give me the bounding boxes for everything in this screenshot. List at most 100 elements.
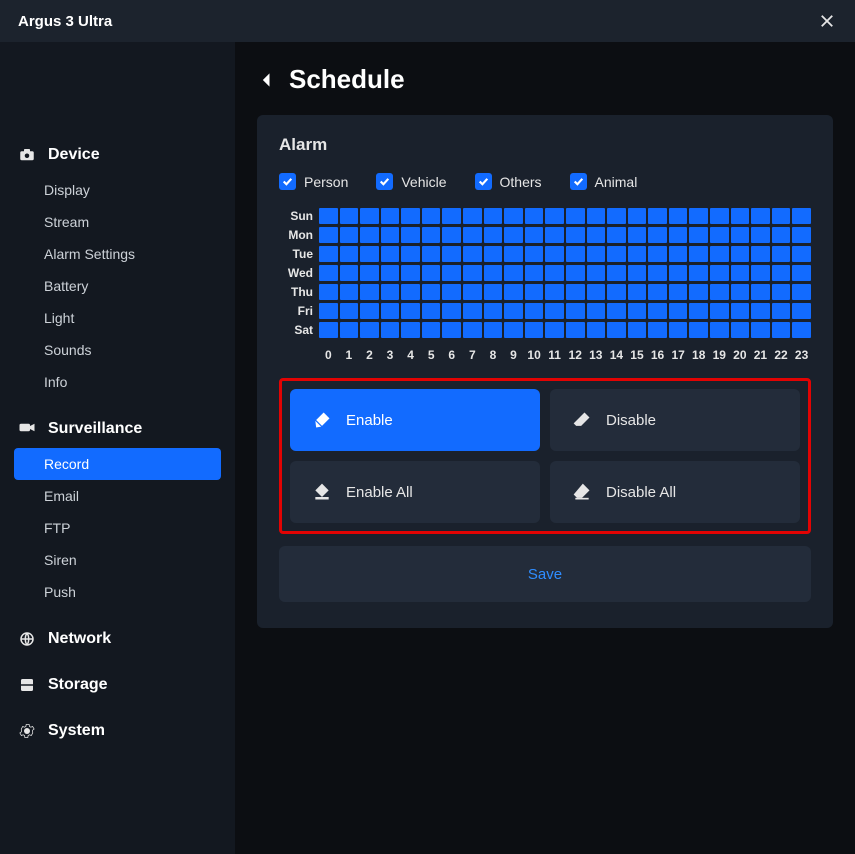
- schedule-cell[interactable]: [525, 322, 544, 338]
- schedule-cell[interactable]: [422, 246, 441, 262]
- back-icon[interactable]: [257, 70, 277, 90]
- schedule-cell[interactable]: [587, 265, 606, 281]
- schedule-cell[interactable]: [792, 227, 811, 243]
- schedule-cell[interactable]: [484, 265, 503, 281]
- sidebar-item-email[interactable]: Email: [14, 480, 221, 512]
- schedule-cell[interactable]: [566, 208, 585, 224]
- schedule-cell[interactable]: [360, 246, 379, 262]
- schedule-cell[interactable]: [607, 265, 626, 281]
- schedule-cell[interactable]: [587, 208, 606, 224]
- schedule-cell[interactable]: [504, 322, 523, 338]
- schedule-cell[interactable]: [381, 227, 400, 243]
- schedule-cell[interactable]: [669, 265, 688, 281]
- schedule-cell[interactable]: [442, 208, 461, 224]
- schedule-cell[interactable]: [710, 322, 729, 338]
- schedule-cell[interactable]: [463, 303, 482, 319]
- schedule-cell[interactable]: [669, 303, 688, 319]
- schedule-cell[interactable]: [484, 322, 503, 338]
- schedule-cell[interactable]: [340, 208, 359, 224]
- schedule-cell[interactable]: [628, 246, 647, 262]
- enable-button[interactable]: Enable: [290, 389, 540, 451]
- schedule-cell[interactable]: [340, 265, 359, 281]
- schedule-cell[interactable]: [504, 227, 523, 243]
- schedule-cell[interactable]: [648, 322, 667, 338]
- schedule-cell[interactable]: [401, 322, 420, 338]
- schedule-cell[interactable]: [319, 227, 338, 243]
- schedule-cell[interactable]: [319, 208, 338, 224]
- schedule-cell[interactable]: [772, 208, 791, 224]
- sidebar-header-network[interactable]: Network: [14, 624, 221, 654]
- schedule-cell[interactable]: [442, 322, 461, 338]
- schedule-cell[interactable]: [381, 284, 400, 300]
- schedule-cell[interactable]: [545, 303, 564, 319]
- schedule-cell[interactable]: [360, 227, 379, 243]
- schedule-cell[interactable]: [442, 265, 461, 281]
- schedule-cell[interactable]: [689, 265, 708, 281]
- schedule-cell[interactable]: [381, 303, 400, 319]
- schedule-cell[interactable]: [587, 322, 606, 338]
- schedule-cell[interactable]: [772, 265, 791, 281]
- schedule-cell[interactable]: [463, 265, 482, 281]
- disable-all-button[interactable]: Disable All: [550, 461, 800, 523]
- sidebar-item-push[interactable]: Push: [14, 576, 221, 608]
- schedule-cell[interactable]: [792, 208, 811, 224]
- check-person[interactable]: Person: [279, 173, 348, 190]
- schedule-cell[interactable]: [792, 322, 811, 338]
- schedule-cell[interactable]: [792, 246, 811, 262]
- schedule-cell[interactable]: [792, 284, 811, 300]
- schedule-cell[interactable]: [731, 322, 750, 338]
- schedule-cell[interactable]: [422, 208, 441, 224]
- schedule-cell[interactable]: [710, 208, 729, 224]
- schedule-cell[interactable]: [401, 227, 420, 243]
- schedule-cell[interactable]: [772, 246, 791, 262]
- disable-button[interactable]: Disable: [550, 389, 800, 451]
- schedule-cell[interactable]: [772, 227, 791, 243]
- schedule-cell[interactable]: [628, 303, 647, 319]
- schedule-cell[interactable]: [587, 303, 606, 319]
- schedule-cell[interactable]: [504, 246, 523, 262]
- sidebar-item-info[interactable]: Info: [14, 366, 221, 398]
- schedule-cell[interactable]: [751, 227, 770, 243]
- schedule-cell[interactable]: [319, 322, 338, 338]
- schedule-cell[interactable]: [340, 322, 359, 338]
- schedule-cell[interactable]: [360, 265, 379, 281]
- schedule-cell[interactable]: [607, 284, 626, 300]
- schedule-cell[interactable]: [648, 208, 667, 224]
- schedule-cell[interactable]: [751, 246, 770, 262]
- schedule-cell[interactable]: [525, 303, 544, 319]
- schedule-cell[interactable]: [710, 303, 729, 319]
- schedule-cell[interactable]: [587, 227, 606, 243]
- sidebar-item-stream[interactable]: Stream: [14, 206, 221, 238]
- close-icon[interactable]: [817, 11, 837, 31]
- schedule-cell[interactable]: [648, 303, 667, 319]
- schedule-cell[interactable]: [710, 265, 729, 281]
- schedule-cell[interactable]: [422, 265, 441, 281]
- schedule-cell[interactable]: [442, 246, 461, 262]
- schedule-cell[interactable]: [751, 208, 770, 224]
- schedule-cell[interactable]: [648, 284, 667, 300]
- schedule-cell[interactable]: [772, 303, 791, 319]
- sidebar-item-alarm-settings[interactable]: Alarm Settings: [14, 238, 221, 270]
- schedule-cell[interactable]: [628, 265, 647, 281]
- schedule-cell[interactable]: [319, 303, 338, 319]
- schedule-cell[interactable]: [772, 284, 791, 300]
- schedule-cell[interactable]: [401, 284, 420, 300]
- schedule-cell[interactable]: [751, 322, 770, 338]
- sidebar-item-battery[interactable]: Battery: [14, 270, 221, 302]
- schedule-cell[interactable]: [422, 284, 441, 300]
- schedule-cell[interactable]: [669, 227, 688, 243]
- check-vehicle[interactable]: Vehicle: [376, 173, 446, 190]
- schedule-cell[interactable]: [566, 303, 585, 319]
- schedule-cell[interactable]: [566, 246, 585, 262]
- schedule-cell[interactable]: [648, 265, 667, 281]
- schedule-cell[interactable]: [442, 284, 461, 300]
- schedule-cell[interactable]: [319, 246, 338, 262]
- schedule-grid[interactable]: [319, 208, 811, 338]
- schedule-cell[interactable]: [463, 246, 482, 262]
- schedule-cell[interactable]: [525, 227, 544, 243]
- schedule-cell[interactable]: [607, 227, 626, 243]
- schedule-cell[interactable]: [401, 265, 420, 281]
- schedule-cell[interactable]: [463, 284, 482, 300]
- schedule-cell[interactable]: [463, 227, 482, 243]
- schedule-cell[interactable]: [628, 208, 647, 224]
